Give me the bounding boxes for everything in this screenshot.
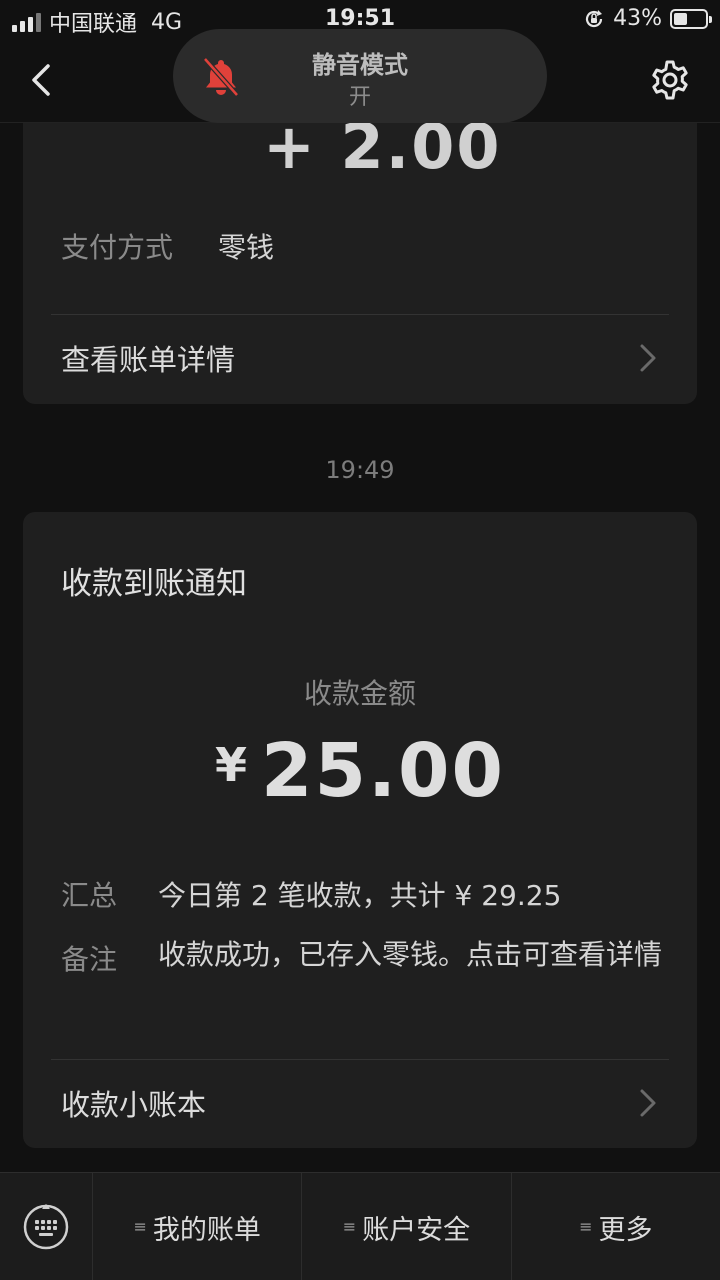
payment-method-label: 支付方式 [61, 231, 174, 264]
payment-method-value: 零钱 [218, 231, 275, 264]
bottom-toolbar: ≡ 我的账单 ≡ 账户安全 ≡ 更多 [0, 1172, 720, 1280]
silent-mode-state: 开 [348, 85, 371, 110]
message-list[interactable]: + 2.00 支付方式 零钱 查看账单详情 19:49 收款到账通知 收款金额 … [0, 0, 720, 1172]
receipt-ledger-label: 收款小账本 [61, 1088, 207, 1122]
more-menu[interactable]: ≡ 更多 [512, 1173, 720, 1280]
silent-mode-toast: 静音模式 开 [173, 29, 547, 123]
more-label: 更多 [598, 1214, 653, 1246]
menu-lines-icon: ≡ [133, 1217, 147, 1236]
menu-lines-icon: ≡ [579, 1217, 593, 1236]
chevron-right-icon [640, 1089, 656, 1117]
account-security-label: 账户安全 [362, 1214, 471, 1246]
note-value: 收款成功，已存入零钱。点击可查看详情 [158, 938, 663, 971]
chevron-left-icon[interactable] [22, 60, 62, 100]
menu-lines-icon: ≡ [342, 1217, 357, 1236]
gear-icon[interactable] [648, 58, 692, 102]
rotation-lock-icon [586, 9, 603, 27]
keyboard-icon [23, 1204, 69, 1250]
note-label: 备注 [61, 943, 118, 976]
my-bills-menu[interactable]: ≡ 我的账单 [93, 1173, 303, 1280]
view-bill-details-label: 查看账单详情 [61, 343, 236, 377]
my-bills-label: 我的账单 [152, 1214, 261, 1246]
summary-value: 今日第 2 笔收款，共计 ¥ 29.25 [158, 879, 562, 912]
received-amount: ¥25.00 [23, 728, 697, 814]
amount-value: 25.00 [260, 728, 506, 814]
card-title: 收款到账通知 [61, 566, 247, 602]
receipt-notification-card[interactable]: 收款到账通知 收款金额 ¥25.00 汇总 今日第 2 笔收款，共计 ¥ 29.… [23, 512, 697, 1148]
message-timestamp: 19:49 [325, 456, 395, 484]
summary-label: 汇总 [61, 879, 118, 912]
currency-symbol: ¥ [214, 738, 247, 792]
chevron-right-icon [640, 344, 656, 372]
battery-percent: 43% [613, 6, 662, 31]
amount-label: 收款金额 [303, 677, 416, 710]
silent-mode-title: 静音模式 [312, 51, 408, 79]
receipt-ledger-link[interactable]: 收款小账本 [23, 1060, 697, 1146]
account-security-menu[interactable]: ≡ 账户安全 [302, 1173, 512, 1280]
app-screen: + 2.00 支付方式 零钱 查看账单详情 19:49 收款到账通知 收款金额 … [0, 0, 720, 1280]
view-bill-details-link[interactable]: 查看账单详情 [23, 315, 697, 401]
keyboard-toggle-button[interactable] [0, 1173, 93, 1280]
battery-level [674, 12, 687, 25]
battery-icon [670, 8, 712, 29]
